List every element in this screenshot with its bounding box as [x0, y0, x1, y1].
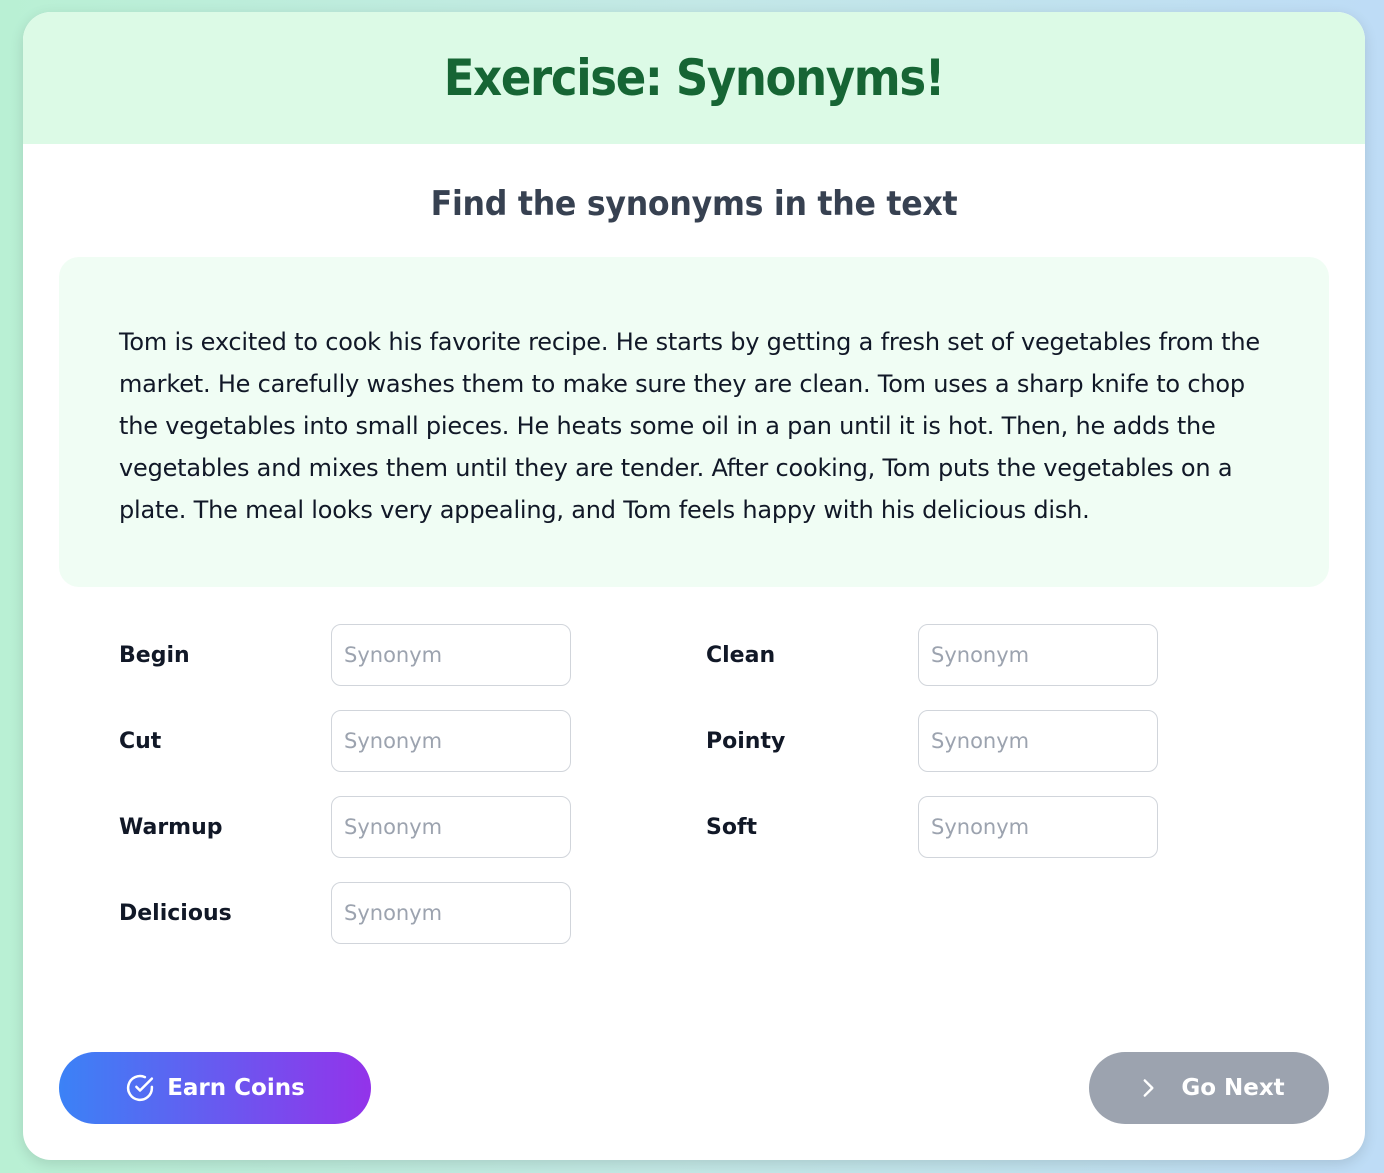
field-label-cut: Cut: [119, 728, 162, 754]
field-label-warmup: Warmup: [119, 814, 223, 840]
field-label-soft: Soft: [706, 814, 758, 840]
go-next-button[interactable]: Go Next: [1089, 1052, 1329, 1124]
earn-coins-button[interactable]: Earn Coins: [59, 1052, 371, 1124]
go-next-label: Go Next: [1181, 1075, 1285, 1101]
check-circle-icon: [125, 1073, 155, 1103]
card-header: Exercise: Synonyms!: [23, 12, 1365, 144]
field-row-soft: Soft: [706, 796, 1158, 858]
field-label-pointy: Pointy: [706, 728, 786, 754]
page-title: Exercise: Synonyms!: [443, 49, 946, 107]
synonym-input-cut[interactable]: [331, 710, 571, 772]
field-row-begin: Begin: [119, 624, 571, 686]
field-row-warmup: Warmup: [119, 796, 571, 858]
synonym-input-begin[interactable]: [331, 624, 571, 686]
passage-text: Tom is excited to cook his favorite reci…: [119, 328, 1260, 524]
synonym-input-pointy[interactable]: [918, 710, 1158, 772]
field-row-delicious: Delicious: [119, 882, 571, 944]
field-row-clean: Clean: [706, 624, 1158, 686]
exercise-card: Exercise: Synonyms! Find the synonyms in…: [23, 12, 1365, 1160]
passage-box: Tom is excited to cook his favorite reci…: [59, 257, 1329, 587]
field-label-clean: Clean: [706, 642, 776, 668]
field-row-cut: Cut: [119, 710, 571, 772]
synonym-input-delicious[interactable]: [331, 882, 571, 944]
field-label-begin: Begin: [119, 642, 190, 668]
field-row-pointy: Pointy: [706, 710, 1158, 772]
chevron-right-icon: [1133, 1073, 1163, 1103]
synonym-input-clean[interactable]: [918, 624, 1158, 686]
instructions-heading: Find the synonyms in the text: [430, 184, 958, 224]
synonym-input-warmup[interactable]: [331, 796, 571, 858]
synonym-input-soft[interactable]: [918, 796, 1158, 858]
earn-coins-label: Earn Coins: [167, 1075, 305, 1101]
field-label-delicious: Delicious: [119, 900, 232, 926]
